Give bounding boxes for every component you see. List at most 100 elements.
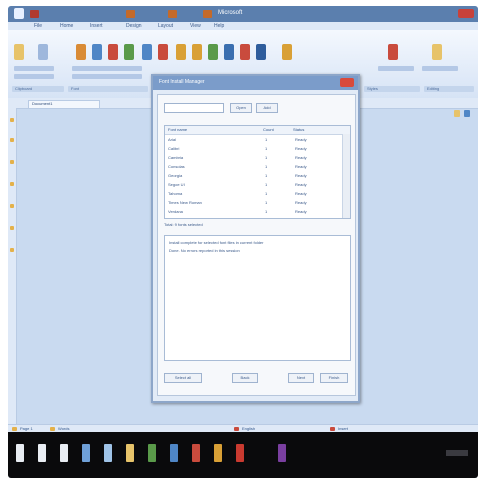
log-line: Install complete for selected font files… bbox=[169, 240, 264, 245]
dialog-title: Font Install Manager bbox=[159, 79, 205, 85]
ribbon-control[interactable] bbox=[14, 66, 54, 71]
taskbar-app-icon[interactable] bbox=[236, 444, 244, 462]
italic-icon[interactable] bbox=[108, 44, 118, 60]
status-mode: Insert bbox=[338, 426, 349, 431]
list-item[interactable]: Consolas 1 Ready bbox=[165, 162, 342, 171]
ribbon-control[interactable] bbox=[14, 74, 54, 79]
styles-icon[interactable] bbox=[224, 44, 234, 60]
log-line: Done. No errors reported in this session bbox=[169, 248, 240, 253]
highlight-icon[interactable] bbox=[158, 44, 168, 60]
finish-button[interactable]: Finish bbox=[320, 373, 348, 383]
taskbar-app-icon[interactable] bbox=[104, 444, 112, 462]
list-item[interactable]: Arial 1 Ready bbox=[165, 135, 342, 144]
dialog-footer: Select all Back Next Finish bbox=[164, 365, 349, 391]
status-icon bbox=[330, 427, 335, 431]
border-icon[interactable] bbox=[256, 44, 266, 60]
app-titlebar: Microsoft bbox=[8, 6, 478, 22]
replace-icon[interactable] bbox=[388, 44, 398, 60]
save-icon[interactable] bbox=[30, 10, 39, 18]
taskbar-app-icon[interactable] bbox=[148, 444, 156, 462]
list-scrollbar[interactable] bbox=[342, 134, 350, 218]
taskbar-app-icon[interactable] bbox=[60, 444, 68, 462]
column-header[interactable]: Status bbox=[293, 127, 304, 132]
left-tool-strip bbox=[8, 108, 17, 433]
taskbar-app-icon[interactable] bbox=[278, 444, 286, 462]
underline-icon[interactable] bbox=[124, 44, 134, 60]
open-button[interactable]: Open bbox=[230, 103, 252, 113]
cut-icon[interactable] bbox=[38, 44, 48, 60]
list-icon[interactable] bbox=[192, 44, 202, 60]
taskbar-clock[interactable] bbox=[446, 450, 468, 456]
status-icon bbox=[12, 427, 17, 431]
path-input[interactable] bbox=[164, 103, 224, 113]
shading-icon[interactable] bbox=[240, 44, 250, 60]
column-header[interactable]: Font name bbox=[168, 127, 187, 132]
tool-icon[interactable] bbox=[10, 226, 14, 230]
dialog-titlebar: Font Install Manager bbox=[153, 76, 358, 90]
taskbar-app-icon[interactable] bbox=[16, 444, 24, 462]
quick-access-icon[interactable] bbox=[126, 10, 135, 18]
back-button[interactable]: Back bbox=[232, 373, 258, 383]
taskbar-app-icon[interactable] bbox=[82, 444, 90, 462]
tool-icon[interactable] bbox=[10, 182, 14, 186]
tool-icon[interactable] bbox=[10, 204, 14, 208]
format-icon[interactable] bbox=[76, 44, 86, 60]
selection-summary: Total: 9 fonts selected bbox=[164, 222, 203, 227]
install-log: Install complete for selected font files… bbox=[164, 235, 351, 361]
help-icon[interactable] bbox=[454, 110, 460, 117]
status-language: English bbox=[242, 426, 256, 431]
menu-bar: File Home Insert Design Layout View Help bbox=[8, 22, 478, 30]
list-item[interactable]: Calibri 1 Ready bbox=[165, 144, 342, 153]
taskbar-app-icon[interactable] bbox=[192, 444, 200, 462]
paste-icon[interactable] bbox=[14, 44, 24, 60]
list-item[interactable]: Georgia 1 Ready bbox=[165, 171, 342, 180]
find-icon[interactable] bbox=[282, 44, 292, 60]
tool-icon[interactable] bbox=[10, 138, 14, 142]
quick-access-icon-2[interactable] bbox=[168, 10, 177, 18]
dialog-close-button[interactable] bbox=[340, 78, 354, 87]
indent-icon[interactable] bbox=[208, 44, 218, 60]
taskbar bbox=[8, 432, 478, 478]
menu-design[interactable]: Design bbox=[126, 23, 142, 29]
tool-icon[interactable] bbox=[10, 118, 14, 122]
ribbon-control[interactable] bbox=[422, 66, 458, 71]
taskbar-app-icon[interactable] bbox=[170, 444, 178, 462]
info-icon[interactable] bbox=[464, 110, 470, 117]
ribbon-control[interactable] bbox=[378, 66, 414, 71]
list-header: Font name Count Status bbox=[165, 126, 350, 135]
list-item[interactable]: Times New Roman 1 Ready bbox=[165, 198, 342, 207]
font-install-dialog: Font Install Manager Open Add Font name … bbox=[151, 74, 360, 403]
menu-layout[interactable]: Layout bbox=[158, 23, 173, 29]
list-item[interactable]: Tahoma 1 Ready bbox=[165, 189, 342, 198]
list-item[interactable]: Verdana 1 Ready bbox=[165, 207, 342, 216]
window-close-button[interactable] bbox=[458, 9, 474, 18]
select-all-button[interactable]: Select all bbox=[164, 373, 202, 383]
taskbar-app-icon[interactable] bbox=[214, 444, 222, 462]
group-clipboard: Clipboard bbox=[12, 86, 64, 92]
next-button[interactable]: Next bbox=[288, 373, 314, 383]
menu-view[interactable]: View bbox=[190, 23, 201, 29]
list-item[interactable]: Segoe UI 1 Ready bbox=[165, 180, 342, 189]
font-name-box[interactable] bbox=[72, 66, 142, 71]
menu-help[interactable]: Help bbox=[214, 23, 224, 29]
bold-icon[interactable] bbox=[92, 44, 102, 60]
menu-insert[interactable]: Insert bbox=[90, 23, 103, 29]
menu-home[interactable]: Home bbox=[60, 23, 73, 29]
taskbar-app-icon[interactable] bbox=[38, 444, 46, 462]
tool-icon[interactable] bbox=[10, 248, 14, 252]
group-editing: Editing bbox=[424, 86, 474, 92]
document-tab[interactable]: Document1 bbox=[28, 100, 100, 108]
list-item[interactable]: Cambria 1 Ready bbox=[165, 153, 342, 162]
select-icon[interactable] bbox=[432, 44, 442, 60]
quick-access-icon-3[interactable] bbox=[203, 10, 212, 18]
add-button[interactable]: Add bbox=[256, 103, 278, 113]
column-header[interactable]: Count bbox=[263, 127, 274, 132]
tool-icon[interactable] bbox=[10, 160, 14, 164]
menu-file[interactable]: File bbox=[34, 23, 42, 29]
align-icon[interactable] bbox=[176, 44, 186, 60]
app-icon bbox=[14, 8, 24, 19]
font-color-icon[interactable] bbox=[142, 44, 152, 60]
font-size-box[interactable] bbox=[72, 74, 142, 79]
taskbar-app-icon[interactable] bbox=[126, 444, 134, 462]
window-title: Microsoft bbox=[218, 10, 243, 16]
